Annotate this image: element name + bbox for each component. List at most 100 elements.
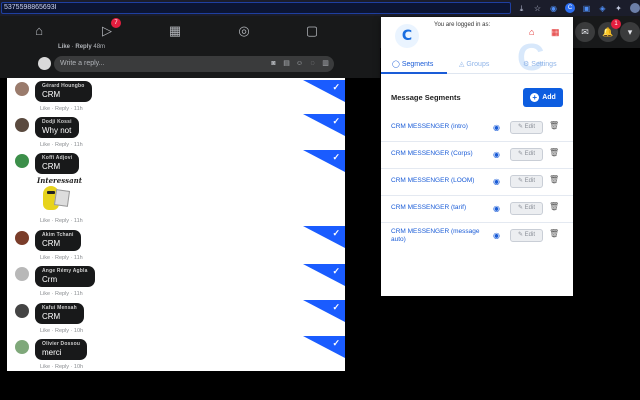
comment-author[interactable]: Gérard Houngbo [42,83,85,90]
comment-author[interactable]: Dodji Kossi [42,119,72,126]
comment-author[interactable]: Akim Tchani [42,232,74,239]
apps-grid-icon[interactable]: ▦ [551,27,560,38]
extension-logo: C [395,24,419,48]
avatar [15,82,29,96]
messenger-icon[interactable]: ✉ [575,22,595,42]
reply-placeholder: Write a reply... [60,60,105,67]
check-marker[interactable]: ✓ [303,226,345,248]
comment-meta[interactable]: Like · Reply · 11h [40,255,83,261]
marketplace-icon[interactable]: ▦ [166,22,184,40]
crm-extension-icon[interactable]: C [565,3,575,13]
comment-bubble: Kafui Mensah CRM [35,303,84,324]
gif-icon[interactable]: ▤ [282,59,291,68]
tab-segments[interactable]: ◯ Segments [392,60,433,68]
like-link[interactable]: Like [58,44,70,50]
active-tab-indicator [381,72,447,74]
eye-icon[interactable]: ◉ [493,123,500,132]
tab-bar: ◯ Segments ◬ Groups ⚙ Settings [381,57,573,74]
check-marker[interactable]: ✓ [303,150,345,172]
checkmark-icon: ✓ [332,302,340,312]
edit-button[interactable]: ✎ Edit [510,202,543,215]
download-icon[interactable]: ⤓ [517,4,526,13]
comment-meta[interactable]: Like · Reply · 10h [40,328,83,334]
sticker-comment: Interessant [37,176,87,216]
groups-icon[interactable]: ◎ [235,22,253,40]
checkmark-icon: ✓ [332,266,340,276]
edit-button[interactable]: ✎ Edit [510,121,543,134]
segment-name[interactable]: CRM MESSENGER (Corps) [391,150,487,158]
edit-button[interactable]: ✎ Edit [510,229,543,242]
comment-text: Why not [42,126,72,135]
comment-bubble: Olivier Dossou merci [35,339,88,360]
trash-icon[interactable]: 🗑 [549,148,559,157]
gif-icon[interactable]: ▥ [321,59,330,68]
add-segment-button[interactable]: + Add [523,88,563,107]
extension-icon[interactable]: ▣ [582,4,591,13]
avatar [15,304,29,318]
comment-list: Gérard Houngbo CRM Like · Reply · 11h ✓ … [7,78,345,371]
gaming-icon[interactable]: ▢ [303,22,321,40]
eye-icon[interactable]: ◉ [493,204,500,213]
check-marker[interactable]: ✓ [303,80,345,102]
login-status: You are logged in as: [434,22,491,28]
comment-meta[interactable]: Like · Reply · 11h [40,106,83,112]
edit-button[interactable]: ✎ Edit [510,175,543,188]
check-marker[interactable]: ✓ [303,114,345,136]
trash-icon[interactable]: 🗑 [549,121,559,130]
notifications-icon[interactable]: 🔔 1 [598,19,621,42]
comment-text: CRM [42,312,61,321]
address-bar[interactable]: 5375598865693I [1,2,511,14]
trash-icon[interactable]: 🗑 [549,175,559,184]
profile-icon[interactable] [630,3,640,13]
extension-icon[interactable]: ◈ [598,4,607,13]
avatar [15,340,29,354]
eye-icon[interactable]: ◉ [493,177,500,186]
comment-author[interactable]: Koffi Adjovi [42,155,72,162]
check-marker[interactable]: ✓ [303,300,345,322]
checkmark-icon: ✓ [332,228,340,238]
groups-icon: ◬ [459,61,465,68]
emoji-icon[interactable]: ☺ [295,59,304,68]
comment-author[interactable]: Olivier Dossou [42,341,80,348]
puzzle-icon[interactable]: ✦ [614,4,623,13]
camera-icon[interactable]: ◙ [269,59,278,68]
pencil-icon: ✎ [517,232,523,238]
eye-icon[interactable]: ◉ [493,150,500,159]
edit-button[interactable]: ✎ Edit [510,148,543,161]
segment-name[interactable]: CRM MESSENGER (LOOM) [391,177,487,185]
sticker-icon[interactable]: ◌ [308,59,317,68]
check-marker[interactable]: ✓ [303,264,345,286]
segment-row: CRM MESSENGER (message auto) ◉ ✎ Edit 🗑 [381,223,573,252]
checkmark-icon: ✓ [332,116,340,126]
video-icon[interactable]: ▷ 7 [98,18,121,40]
trash-icon[interactable]: 🗑 [549,229,559,238]
home-icon[interactable]: ⌂ [30,22,48,40]
comment-meta[interactable]: Like · Reply · 11h [40,291,83,297]
comment-text: CRM [42,239,61,248]
comment-author[interactable]: Ange Rémy Agbla [42,268,88,275]
tab-settings[interactable]: ⚙ Settings [523,60,557,68]
reply-input[interactable]: Write a reply... ◙ ▤ ☺ ◌ ▥ [54,56,334,72]
eye-icon[interactable]: ◉ [493,231,500,240]
home-icon[interactable]: ⌂ [529,27,534,37]
comment-meta[interactable]: Like · Reply · 10h [40,364,83,370]
comment-meta[interactable]: Like · Reply · 11h [40,142,83,148]
trash-icon[interactable]: 🗑 [549,202,559,211]
comment-meta[interactable]: Like · Reply · 11h [40,218,83,224]
comment-bubble: Koffi Adjovi CRM [35,153,80,174]
plus-icon: + [530,93,540,102]
checkmark-icon: ✓ [332,82,340,92]
account-menu-icon[interactable]: ▾ [620,22,640,42]
checkmark-icon: ✓ [332,152,340,162]
star-icon[interactable]: ☆ [533,4,542,13]
avatar [15,231,29,245]
avatar [38,57,51,70]
check-marker[interactable]: ✓ [303,336,345,358]
extension-icon[interactable]: ◉ [549,4,558,13]
tab-groups[interactable]: ◬ Groups [459,60,489,68]
reply-link[interactable]: Reply [75,44,91,50]
segment-name[interactable]: CRM MESSENGER (intro) [391,123,487,131]
comment-author[interactable]: Kafui Mensah [42,305,77,312]
segment-name[interactable]: CRM MESSENGER (tarif) [391,204,487,212]
segment-name[interactable]: CRM MESSENGER (message auto) [391,228,487,244]
